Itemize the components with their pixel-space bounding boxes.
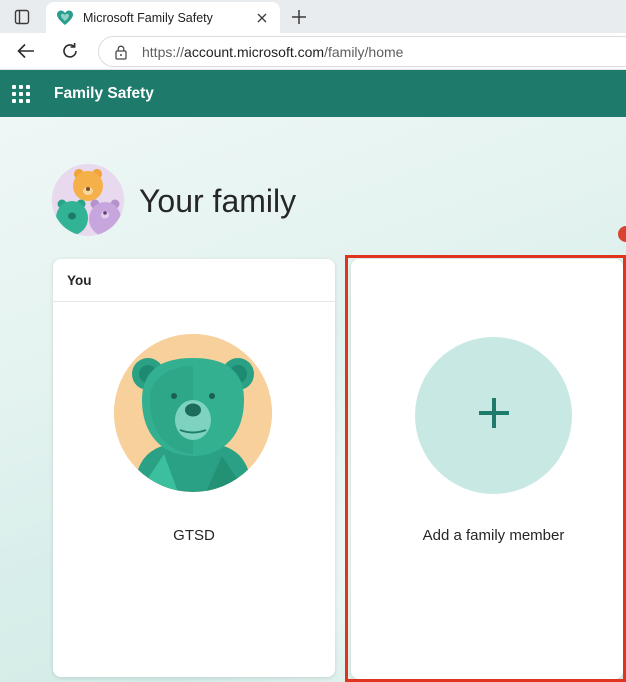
browser-toolbar: https://account.microsoft.com/family/hom… — [0, 33, 626, 70]
url-host: account.microsoft.com — [184, 43, 325, 60]
url-text: https://account.microsoft.com/family/hom… — [142, 44, 403, 60]
tab-title: Microsoft Family Safety — [83, 10, 213, 25]
new-tab-icon[interactable] — [288, 6, 310, 28]
member-name[interactable]: GTSD — [53, 527, 335, 544]
browser-tab[interactable]: Microsoft Family Safety — [46, 2, 280, 33]
app-title[interactable]: Family Safety — [54, 85, 154, 103]
member-card[interactable]: You GTSD — [53, 259, 335, 677]
family-safety-favicon — [56, 9, 74, 27]
plus-icon — [477, 396, 511, 435]
app-header: Family Safety — [0, 70, 626, 117]
url-prefix: https:// — [142, 43, 185, 60]
address-bar[interactable]: https://account.microsoft.com/family/hom… — [98, 36, 626, 67]
reload-icon[interactable] — [58, 40, 82, 62]
url-path: /family/home — [324, 43, 404, 60]
add-member-button[interactable] — [415, 337, 572, 494]
app-launcher-icon[interactable] — [12, 84, 32, 104]
add-family-member-card[interactable]: Add a family member — [351, 259, 623, 679]
family-avatar — [52, 164, 124, 236]
lock-icon[interactable] — [113, 44, 129, 60]
browser-tab-strip: Microsoft Family Safety — [0, 0, 626, 33]
back-arrow-icon[interactable] — [14, 40, 38, 62]
page-title: Your family — [139, 183, 297, 219]
edge-indicator — [618, 226, 626, 242]
member-avatar[interactable] — [114, 334, 272, 492]
member-card-header: You — [53, 259, 335, 302]
tab-actions-icon[interactable] — [8, 6, 36, 28]
main-content: Your family You GTSD Add a family member — [0, 117, 626, 682]
add-member-label[interactable]: Add a family member — [351, 527, 626, 544]
close-icon[interactable] — [254, 10, 270, 26]
